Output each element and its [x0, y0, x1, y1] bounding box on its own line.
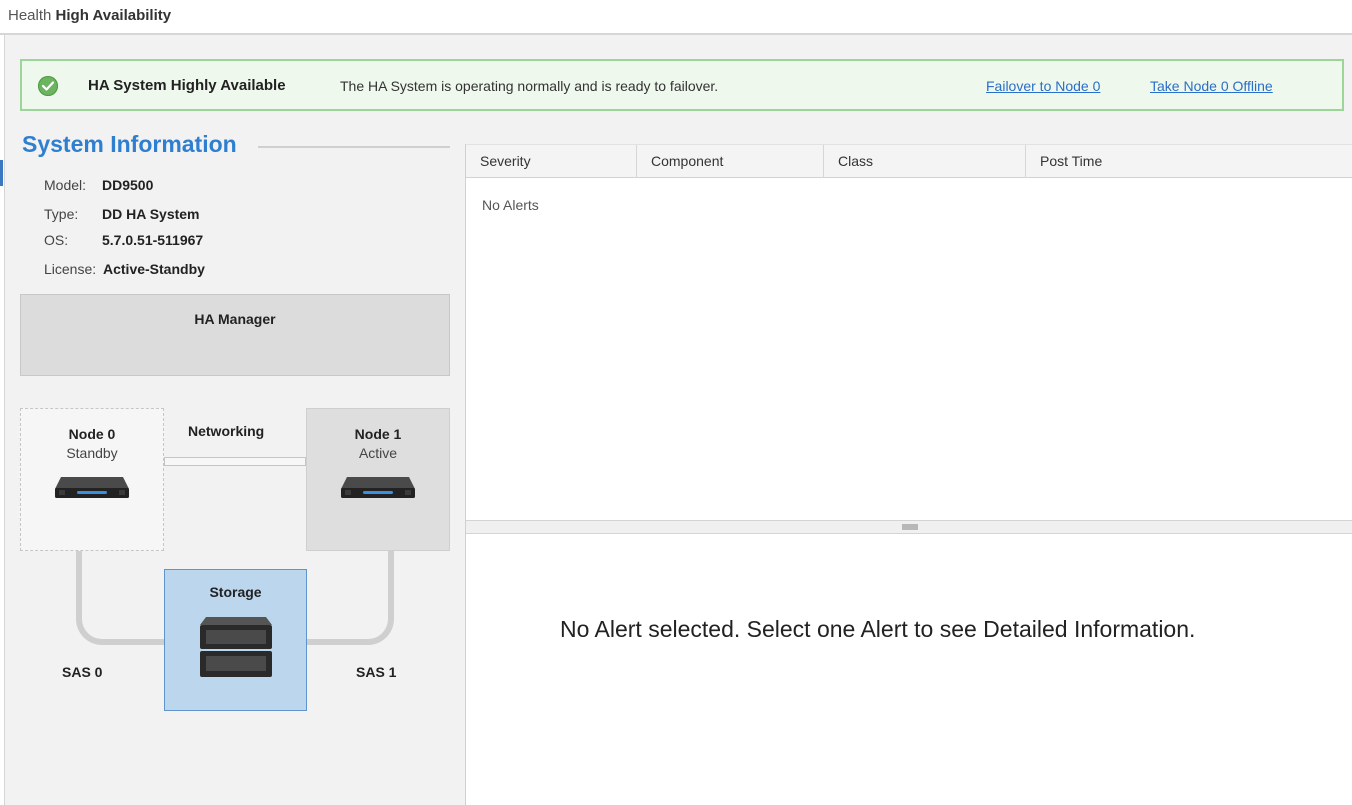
- column-severity[interactable]: Severity: [466, 145, 637, 178]
- license-label: License:: [44, 261, 97, 277]
- node-0-name: Node 0: [68, 426, 116, 442]
- storage-array-icon: [200, 617, 272, 677]
- status-title: HA System Highly Available: [88, 77, 286, 94]
- breadcrumb-page: High Availability: [55, 7, 172, 24]
- check-circle-icon: [38, 76, 58, 96]
- networking-label: Networking: [188, 423, 265, 439]
- node-0-state: Standby: [66, 445, 118, 461]
- server-icon: [341, 477, 415, 498]
- sas-1-cable: [304, 551, 394, 645]
- server-icon: [55, 477, 129, 498]
- node-1[interactable]: Node 1 Active: [306, 408, 450, 551]
- os-row: OS: 5.7.0.51-511967: [44, 232, 203, 248]
- model-label: Model:: [44, 177, 87, 193]
- ha-manager-box[interactable]: HA Manager: [20, 294, 450, 376]
- ha-status-banner: HA System Highly Available The HA System…: [20, 59, 1344, 111]
- alerts-panel: Severity Component Class Post Time No Al…: [465, 144, 1352, 805]
- sas-1-label: SAS 1: [356, 664, 397, 680]
- type-row: Type: DD HA System: [44, 206, 200, 222]
- os-label: OS:: [44, 232, 69, 248]
- license-row: License: Active-Standby: [44, 261, 205, 277]
- take-offline-link[interactable]: Take Node 0 Offline: [1150, 78, 1273, 94]
- node-0[interactable]: Node 0 Standby: [20, 408, 164, 551]
- alert-detail-message: No Alert selected. Select one Alert to s…: [560, 616, 1196, 642]
- left-edge-marker: [0, 160, 3, 186]
- status-message: The HA System is operating normally and …: [340, 78, 719, 94]
- storage-label: Storage: [209, 584, 262, 600]
- column-post-time[interactable]: Post Time: [1026, 145, 1352, 178]
- networking-link: [164, 457, 306, 466]
- column-class[interactable]: Class: [824, 145, 1026, 178]
- type-value: DD HA System: [102, 206, 200, 222]
- top-bar: Health High Availability: [0, 0, 1352, 35]
- ha-manager-label: HA Manager: [194, 311, 276, 327]
- node-1-name: Node 1: [354, 426, 402, 442]
- storage-box[interactable]: Storage: [164, 569, 307, 711]
- license-value: Active-Standby: [103, 261, 205, 277]
- system-information-title: System Information: [22, 131, 237, 157]
- column-component[interactable]: Component: [637, 145, 824, 178]
- node-1-state: Active: [358, 445, 398, 461]
- alerts-table-header: Severity Component Class Post Time: [466, 144, 1352, 178]
- model-value: DD9500: [102, 177, 154, 193]
- type-label: Type:: [44, 206, 79, 222]
- no-alerts-text: No Alerts: [482, 197, 539, 213]
- os-value: 5.7.0.51-511967: [102, 232, 204, 248]
- sas-0-cable: [76, 551, 174, 645]
- section-divider: [258, 146, 450, 148]
- left-edge: [0, 35, 5, 805]
- panel-splitter[interactable]: [466, 520, 1352, 534]
- breadcrumb: Health High Availability: [8, 7, 171, 24]
- model-row: Model: DD9500: [44, 177, 153, 193]
- splitter-grip-icon[interactable]: [902, 524, 918, 530]
- breadcrumb-section[interactable]: Health: [8, 7, 51, 24]
- failover-link[interactable]: Failover to Node 0: [986, 78, 1100, 94]
- sas-0-label: SAS 0: [62, 664, 103, 680]
